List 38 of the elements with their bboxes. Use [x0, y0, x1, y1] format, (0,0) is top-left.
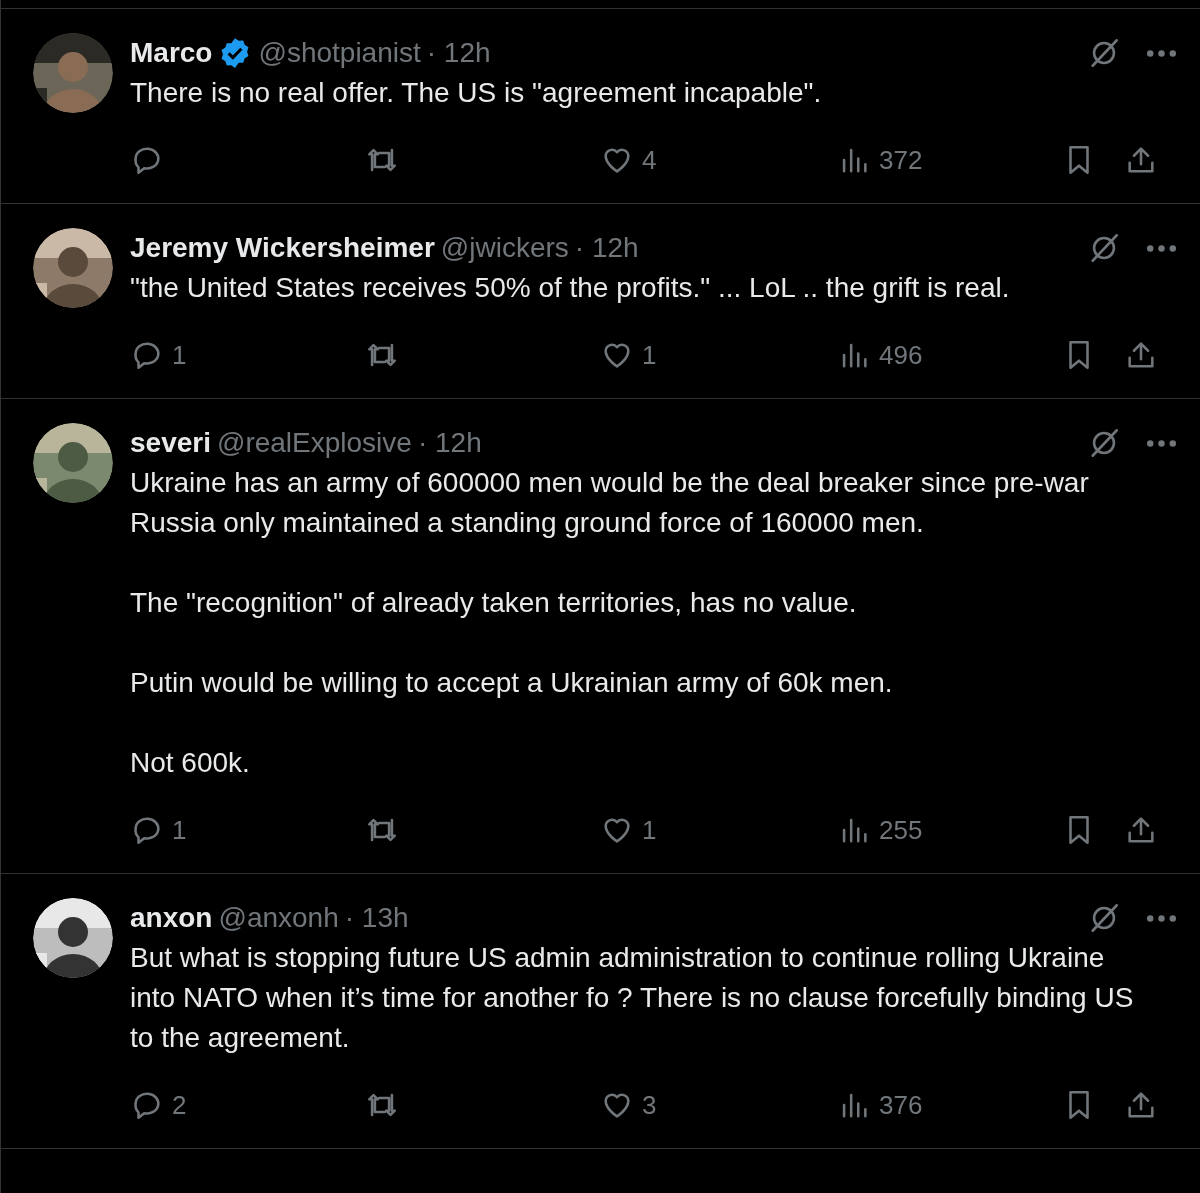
reply-button[interactable]: 1	[130, 338, 187, 372]
author-name[interactable]: Jeremy Wickersheimer	[130, 232, 435, 264]
views-button[interactable]: 496	[837, 338, 923, 372]
author-name[interactable]: anxon	[130, 902, 213, 934]
author-handle[interactable]: @anxonh	[218, 902, 339, 934]
author-name[interactable]: severi	[130, 427, 211, 459]
reply-button[interactable]: 2	[130, 1088, 187, 1122]
views-button[interactable]: 372	[837, 143, 923, 177]
author-name[interactable]: Marco	[130, 37, 213, 69]
post-text: But what is stopping future US admin administration to continue rolling Ukraine into NATO when it’s time for another fo ? There is no clause forcefully binding US to the agreement.	[130, 941, 1135, 1055]
more-button[interactable]	[1147, 914, 1176, 922]
author-handle[interactable]: @realExplosive	[216, 427, 412, 459]
views-button[interactable]: 255	[837, 813, 923, 847]
views-button[interactable]: 376	[837, 1088, 923, 1122]
post-text: "the United States receives 50% of the profits." ... LoL .. the grift is real.	[130, 271, 1011, 305]
like-button[interactable]: 3	[600, 1088, 657, 1122]
post-time[interactable]: · 13h	[344, 902, 409, 934]
like-button[interactable]: 1	[600, 338, 657, 372]
post-time[interactable]: · 12h	[574, 232, 639, 264]
more-button[interactable]	[1147, 244, 1176, 252]
post-text: There is no real offer. The US is "agreement incapable".	[130, 76, 823, 110]
post-text: Putin would be willing to accept a Ukrainian army of 60k men.	[130, 666, 894, 700]
post-text: Ukraine has an army of 600000 men would be the deal breaker since pre-war Russia only maintained a standing ground force of 160000 men.	[130, 466, 1090, 540]
post-time[interactable]: · 12h	[417, 427, 482, 459]
more-icon	[1147, 49, 1176, 57]
more-icon	[1147, 914, 1176, 922]
like-button[interactable]: 1	[600, 813, 657, 847]
post-text: Not 600k.	[130, 746, 251, 780]
more-icon	[1147, 244, 1176, 252]
post-text: The "recognition" of already taken territories, has no value.	[130, 586, 858, 620]
author-handle[interactable]: @shotpianist	[258, 37, 421, 69]
more-icon	[1147, 439, 1176, 447]
post-time[interactable]: · 12h	[426, 37, 491, 69]
author-handle[interactable]: @jwickers	[440, 232, 569, 264]
more-button[interactable]	[1147, 439, 1176, 447]
like-button[interactable]: 4	[600, 143, 657, 177]
reply-button[interactable]: 1	[130, 813, 187, 847]
more-button[interactable]	[1147, 49, 1176, 57]
